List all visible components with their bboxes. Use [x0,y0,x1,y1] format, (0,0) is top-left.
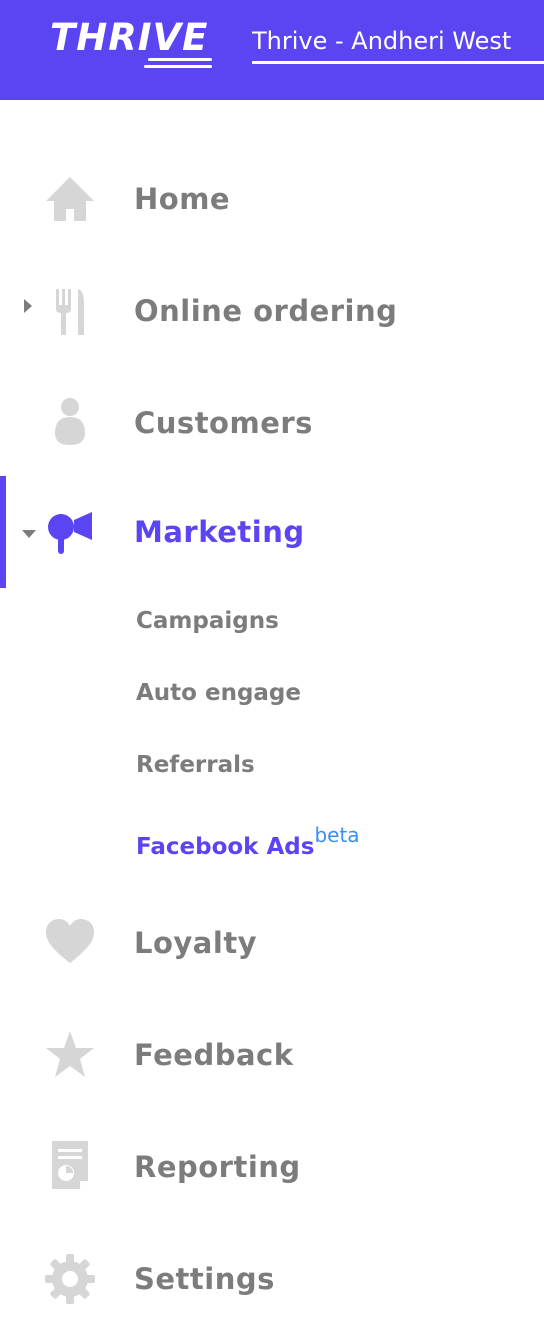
heart-icon [46,919,94,963]
fork-knife-icon [56,289,84,335]
sidebar-item-loyalty[interactable]: Loyalty [0,887,544,999]
sidebar-item-feedback[interactable]: Feedback [0,999,544,1111]
person-icon [55,398,85,445]
app-header: THRIVE Thrive - Andheri West [0,0,544,100]
sidebar-item-label: Marketing [134,515,305,549]
caret-down-icon[interactable] [20,528,38,540]
sidebar-item-reporting[interactable]: Reporting [0,1111,544,1223]
sidebar-item-online-ordering[interactable]: Online ordering [0,255,544,367]
submenu-item-campaigns[interactable]: Campaigns [136,608,279,634]
outlet-selector[interactable]: Thrive - Andheri West [252,22,544,64]
logo-underline-2 [144,65,212,68]
beta-badge: beta [314,823,360,847]
sidebar-item-customers[interactable]: Customers [0,367,544,479]
star-icon [46,1031,94,1077]
megaphone-icon [48,512,92,554]
sidebar-item-label: Customers [134,406,313,440]
sidebar-item-label: Reporting [134,1150,301,1184]
submenu-item-label: Facebook Ads [136,834,315,860]
logo-text: THRIVE [50,16,209,59]
submenu-item-auto-engage[interactable]: Auto engage [136,680,301,706]
sidebar-item-label: Home [134,182,231,216]
submenu-item-facebook-ads[interactable]: Facebook Adsbeta [136,823,360,860]
sidebar-item-label: Settings [134,1262,275,1296]
logo-underline [148,58,212,61]
home-icon [46,177,94,221]
sidebar-item-home[interactable]: Home [0,143,544,255]
thrive-logo[interactable]: THRIVE [50,12,212,72]
sidebar-item-settings[interactable]: Settings [0,1223,544,1335]
gear-icon [45,1254,95,1304]
caret-right-icon[interactable] [22,297,34,315]
sidebar-item-label: Online ordering [134,294,398,328]
submenu-item-referrals[interactable]: Referrals [136,752,255,778]
sidebar-item-label: Loyalty [134,926,258,960]
sidebar-item-label: Feedback [134,1038,294,1072]
report-icon [52,1141,88,1189]
sidebar-item-marketing[interactable]: Marketing [0,476,544,588]
